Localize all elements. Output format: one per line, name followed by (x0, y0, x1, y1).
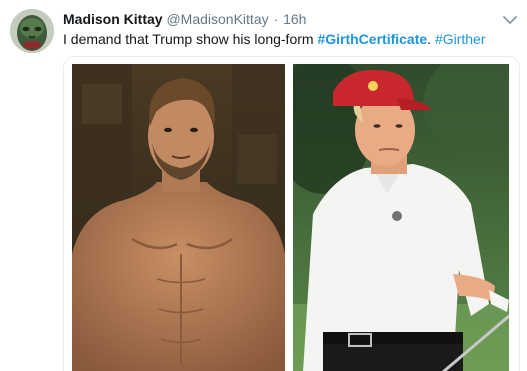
timestamp[interactable]: 16h (283, 11, 306, 27)
separator-dot: · (273, 11, 279, 27)
tweet-text-prefix: I demand that Trump show his long-form (63, 31, 318, 47)
media-container (63, 56, 520, 371)
tweet-text-middle: . (427, 31, 435, 47)
tweet-menu-button[interactable] (503, 12, 517, 24)
shirtless-man-image (72, 64, 285, 371)
hashtag-girther[interactable]: #Girther (435, 31, 486, 47)
tweet-text: I demand that Trump show his long-form #… (63, 30, 486, 48)
golfer-image (293, 64, 509, 371)
tweet-header: Madison Kittay @MadisonKittay · 16h (63, 10, 306, 28)
chevron-down-icon (503, 16, 517, 24)
user-handle[interactable]: @MadisonKittay (166, 11, 268, 27)
display-name[interactable]: Madison Kittay (63, 11, 163, 27)
tweet: Madison Kittay @MadisonKittay · 16h I de… (0, 0, 527, 371)
hashtag-girthcertificate[interactable]: #GirthCertificate (317, 31, 427, 47)
user-avatar[interactable] (10, 9, 54, 53)
green-mask-avatar-icon (10, 9, 54, 53)
man-in-golf-attire-photo[interactable] (293, 64, 509, 371)
shirtless-man-photo[interactable] (72, 64, 285, 371)
